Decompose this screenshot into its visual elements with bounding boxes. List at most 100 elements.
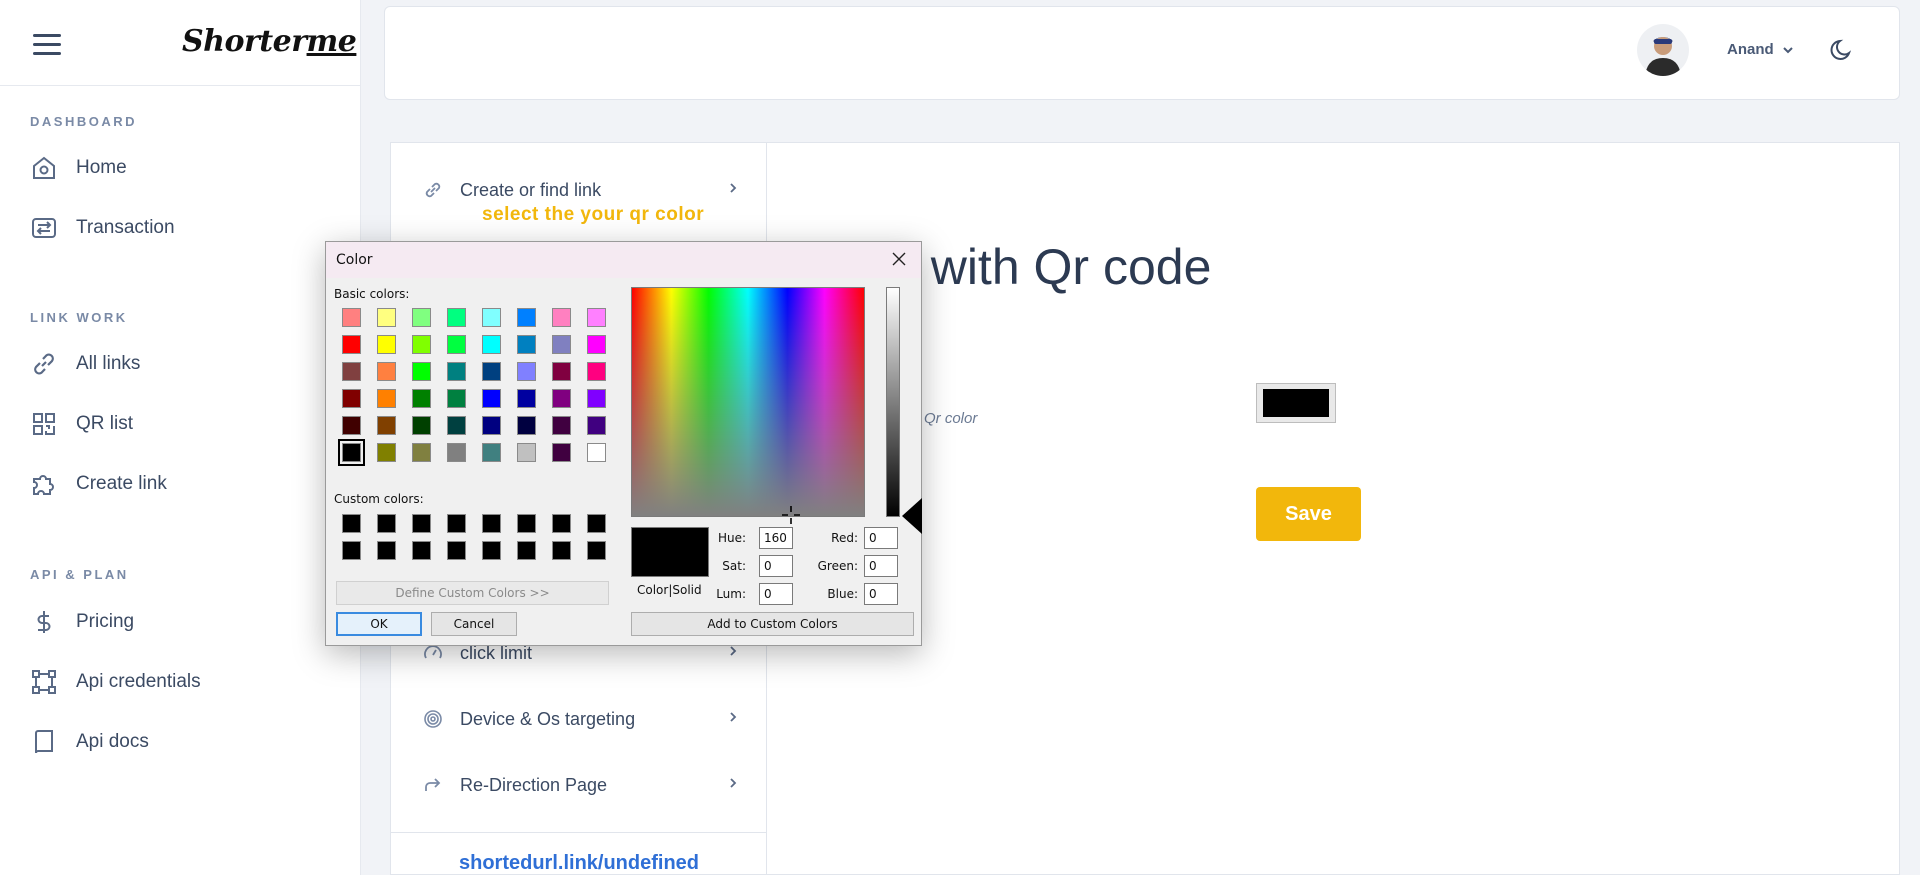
blue-field[interactable]: 0	[864, 583, 898, 605]
basic-color-swatch[interactable]	[373, 412, 400, 439]
user-menu[interactable]: Anand	[1727, 41, 1774, 58]
basic-color-swatch[interactable]	[408, 358, 435, 385]
custom-color-swatch[interactable]	[478, 510, 505, 537]
basic-color-swatch[interactable]	[513, 331, 540, 358]
sidebar-item-api-credentials[interactable]: Api credentials	[30, 662, 201, 702]
basic-color-swatch[interactable]	[583, 385, 610, 412]
basic-color-swatch[interactable]	[408, 304, 435, 331]
basic-color-swatch[interactable]	[513, 439, 540, 466]
save-button[interactable]: Save	[1256, 487, 1361, 541]
basic-color-swatch[interactable]	[408, 439, 435, 466]
custom-color-swatch-fill	[552, 514, 571, 533]
basic-color-swatch[interactable]	[443, 385, 470, 412]
custom-color-swatch[interactable]	[443, 510, 470, 537]
dialog-titlebar[interactable]: Color	[326, 242, 921, 278]
basic-color-swatch[interactable]	[338, 358, 365, 385]
basic-color-swatch[interactable]	[373, 358, 400, 385]
basic-color-swatch[interactable]	[373, 304, 400, 331]
basic-color-swatch[interactable]	[548, 412, 575, 439]
basic-color-swatch[interactable]	[548, 385, 575, 412]
custom-color-swatch[interactable]	[513, 510, 540, 537]
add-to-custom-colors-button[interactable]: Add to Custom Colors	[631, 612, 914, 636]
basic-color-swatch[interactable]	[478, 439, 505, 466]
basic-color-swatch[interactable]	[583, 358, 610, 385]
custom-color-swatch[interactable]	[478, 537, 505, 564]
sidebar-item-pricing[interactable]: Pricing	[30, 602, 134, 642]
close-icon[interactable]	[887, 247, 911, 271]
ok-button[interactable]: OK	[336, 612, 422, 636]
red-field[interactable]: 0	[864, 527, 898, 549]
basic-color-swatch[interactable]	[338, 412, 365, 439]
luminance-arrow-icon[interactable]	[902, 498, 922, 534]
custom-color-swatch[interactable]	[408, 537, 435, 564]
basic-color-swatch[interactable]	[443, 304, 470, 331]
basic-color-swatch[interactable]	[583, 304, 610, 331]
chevron-down-icon[interactable]	[1782, 43, 1794, 61]
sidebar-item-create-link[interactable]: Create link	[30, 464, 167, 504]
sat-field[interactable]: 0	[759, 555, 793, 577]
short-url-link[interactable]: shortedurl.link/undefined	[459, 852, 699, 875]
custom-color-swatch[interactable]	[338, 537, 365, 564]
custom-color-swatch[interactable]	[548, 510, 575, 537]
basic-color-swatch[interactable]	[513, 385, 540, 412]
basic-color-swatch[interactable]	[443, 412, 470, 439]
basic-color-swatch[interactable]	[408, 385, 435, 412]
define-custom-colors-button[interactable]: Define Custom Colors >>	[336, 581, 609, 605]
basic-color-swatch[interactable]	[513, 304, 540, 331]
basic-color-swatch[interactable]	[548, 439, 575, 466]
basic-color-swatch[interactable]	[373, 439, 400, 466]
basic-color-swatch[interactable]	[583, 439, 610, 466]
basic-color-swatch[interactable]	[548, 331, 575, 358]
basic-color-swatch[interactable]	[338, 439, 365, 466]
basic-color-swatch[interactable]	[548, 358, 575, 385]
hue-field[interactable]: 160	[759, 527, 793, 549]
basic-color-swatch[interactable]	[373, 331, 400, 358]
sidebar-item-qr-list[interactable]: QR list	[30, 404, 133, 444]
cancel-button[interactable]: Cancel	[431, 612, 517, 636]
step-device-os-targeting[interactable]: Device & Os targeting	[420, 699, 740, 739]
custom-color-swatch[interactable]	[408, 510, 435, 537]
basic-color-swatch[interactable]	[373, 385, 400, 412]
hamburger-menu-icon[interactable]	[33, 34, 61, 56]
basic-color-swatch[interactable]	[478, 412, 505, 439]
logo[interactable]: Shorterme	[182, 24, 357, 59]
basic-color-swatch[interactable]	[583, 331, 610, 358]
basic-color-swatch[interactable]	[513, 358, 540, 385]
step-redirection-page[interactable]: Re-Direction Page	[420, 765, 740, 805]
basic-color-swatch[interactable]	[443, 358, 470, 385]
lum-field[interactable]: 0	[759, 583, 793, 605]
custom-color-swatch[interactable]	[548, 537, 575, 564]
basic-color-swatch[interactable]	[443, 439, 470, 466]
basic-color-swatch[interactable]	[583, 412, 610, 439]
basic-color-swatch[interactable]	[338, 331, 365, 358]
custom-color-swatch[interactable]	[583, 537, 610, 564]
custom-color-swatch[interactable]	[338, 510, 365, 537]
basic-color-swatch[interactable]	[478, 358, 505, 385]
basic-color-swatch[interactable]	[478, 385, 505, 412]
basic-color-swatch[interactable]	[443, 331, 470, 358]
avatar[interactable]	[1637, 24, 1689, 76]
custom-color-swatch[interactable]	[583, 510, 610, 537]
gauge-icon	[420, 643, 446, 663]
sidebar-item-transaction[interactable]: Transaction	[30, 208, 175, 248]
custom-color-swatch[interactable]	[373, 537, 400, 564]
basic-color-swatch[interactable]	[338, 385, 365, 412]
basic-color-swatch[interactable]	[338, 304, 365, 331]
dark-mode-moon-icon[interactable]	[1829, 37, 1855, 68]
sidebar-item-home[interactable]: Home	[30, 148, 127, 188]
basic-color-swatch[interactable]	[408, 412, 435, 439]
qr-color-picker-button[interactable]	[1256, 383, 1336, 423]
basic-color-swatch[interactable]	[513, 412, 540, 439]
color-spectrum[interactable]	[631, 287, 865, 524]
custom-color-swatch[interactable]	[373, 510, 400, 537]
luminance-slider[interactable]	[886, 287, 900, 517]
sidebar-item-all-links[interactable]: All links	[30, 344, 140, 384]
basic-color-swatch[interactable]	[408, 331, 435, 358]
custom-color-swatch[interactable]	[443, 537, 470, 564]
custom-color-swatch[interactable]	[513, 537, 540, 564]
basic-color-swatch[interactable]	[478, 304, 505, 331]
sidebar-item-api-docs[interactable]: Api docs	[30, 722, 149, 762]
basic-color-swatch[interactable]	[478, 331, 505, 358]
green-field[interactable]: 0	[864, 555, 898, 577]
basic-color-swatch[interactable]	[548, 304, 575, 331]
